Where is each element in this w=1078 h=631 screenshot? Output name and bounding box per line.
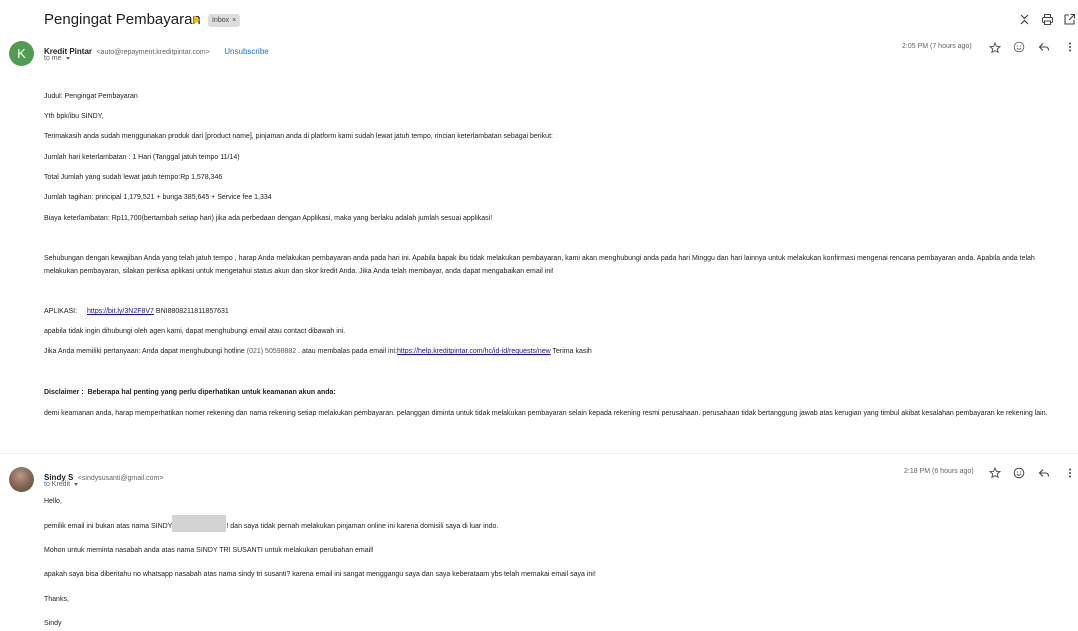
star-icon[interactable] bbox=[989, 467, 1001, 479]
thanks-text: Terima kasih bbox=[550, 348, 592, 355]
hotline-number[interactable]: (021) 50598882 bbox=[247, 348, 296, 355]
body-line-salutation: Yth bpk/ibu SINDY, bbox=[44, 113, 104, 120]
body-line-bill-breakdown: Jumlah tagihan: principal 1,179,521 + bu… bbox=[44, 194, 272, 201]
sender-avatar[interactable]: K bbox=[9, 41, 34, 66]
body-line-thanks: Thanks, bbox=[44, 596, 69, 603]
collapse-all-icon[interactable] bbox=[1018, 13, 1031, 26]
body-paragraph-obligation: Sehubungan dengan kewajiban Anda yang te… bbox=[44, 255, 1035, 276]
sender-avatar-photo[interactable] bbox=[9, 467, 34, 492]
recipient-text: to Kredit bbox=[44, 481, 71, 488]
hotline-mid-text: . atau membalas pada email ini: bbox=[298, 348, 397, 355]
body-line-hotline: Jika Anda memiliki pertanyaan: Anda dapa… bbox=[44, 346, 592, 359]
redacted-block bbox=[172, 515, 227, 532]
body-line-late-fee: Biaya keterlambatan: Rp11,700(bertambah … bbox=[44, 215, 493, 222]
message-timestamp: 2:18 PM (6 hours ago) bbox=[904, 468, 974, 475]
body-line-whatsapp-request: apakah saya bisa diberitahu no whatsapp … bbox=[44, 571, 596, 578]
body-line-days-late: Jumlah hari keterlambatan : 1 Hari (Tang… bbox=[44, 154, 240, 161]
body-line-greeting: Hello, bbox=[44, 498, 62, 505]
importance-marker-icon[interactable] bbox=[194, 16, 200, 24]
body-line-signature: Sindy bbox=[44, 620, 62, 627]
body-line-total-due: Total Jumlah yang sudah lewat jatuh temp… bbox=[44, 174, 223, 181]
chevron-down-icon bbox=[65, 56, 70, 60]
more-vertical-icon[interactable] bbox=[1064, 467, 1076, 479]
not-owner-text-end: ! dan saya tidak pernah melakukan pinjam… bbox=[226, 522, 499, 530]
app-link[interactable]: https://bit.ly/3N2F8V7 bbox=[87, 308, 154, 315]
emoji-reaction-icon[interactable] bbox=[1013, 467, 1025, 479]
sender-info: Kredit Pintar <auto@repayment.kreditpint… bbox=[44, 41, 269, 59]
inbox-label-badge: Inbox × bbox=[208, 14, 241, 27]
recipient-text: to me bbox=[44, 55, 62, 62]
reply-icon[interactable] bbox=[1038, 41, 1050, 53]
inbox-label-text: Inbox bbox=[212, 17, 230, 24]
app-code: BNI8808211811857631 bbox=[155, 308, 229, 315]
body-line-app: APLIKASI: https://bit.ly/3N2F8V7 BNI8808… bbox=[44, 306, 229, 319]
body-line-not-owner: pemilik email ini bukan atas nama SINDY!… bbox=[44, 515, 499, 534]
message-divider bbox=[0, 453, 1078, 454]
open-in-new-window-icon[interactable] bbox=[1063, 13, 1076, 26]
help-link[interactable]: https://help.kreditpintar.com/hc/id-id/r… bbox=[397, 348, 551, 355]
sender-email: <auto@repayment.kreditpintar.com> bbox=[96, 49, 210, 56]
body-line-intro: Terimakasih anda sudah menggunakan produ… bbox=[44, 133, 553, 140]
recipient-details-toggle[interactable]: to me bbox=[44, 55, 70, 62]
emoji-reaction-icon[interactable] bbox=[1013, 41, 1025, 53]
unsubscribe-link[interactable]: Unsubscribe bbox=[224, 47, 268, 56]
body-line-request-change: Mohon untuk meminta nasabah anda atas na… bbox=[44, 547, 374, 554]
print-icon[interactable] bbox=[1041, 13, 1054, 26]
body-line-contact-note: apabila tidak ingin dihubungi oleh agen … bbox=[44, 328, 346, 335]
chevron-down-icon bbox=[74, 482, 79, 486]
star-icon[interactable] bbox=[989, 42, 1001, 54]
sender-email: <sindysusanti@gmail.com> bbox=[77, 475, 164, 482]
reply-icon[interactable] bbox=[1038, 467, 1050, 479]
app-label: APLIKASI: bbox=[44, 308, 78, 315]
disclaimer-heading: Disclaimer : Beberapa hal penting yang p… bbox=[44, 389, 336, 396]
not-owner-text-start: pemilik email ini bukan atas nama SINDY bbox=[44, 522, 173, 530]
message-timestamp: 2:05 PM (7 hours ago) bbox=[902, 43, 972, 50]
email-subject: Pengingat Pembayaran bbox=[44, 11, 201, 28]
hotline-text: Jika Anda memiliki pertanyaan: Anda dapa… bbox=[44, 348, 245, 355]
body-paragraph-disclaimer: demi keamanan anda, harap memperhatikan … bbox=[44, 410, 1048, 417]
more-vertical-icon[interactable] bbox=[1064, 41, 1076, 53]
remove-label-icon[interactable]: × bbox=[232, 17, 236, 24]
body-line-title: Judul: Pengingat Pembayaran bbox=[44, 93, 138, 100]
recipient-details-toggle[interactable]: to Kredit bbox=[44, 481, 79, 488]
